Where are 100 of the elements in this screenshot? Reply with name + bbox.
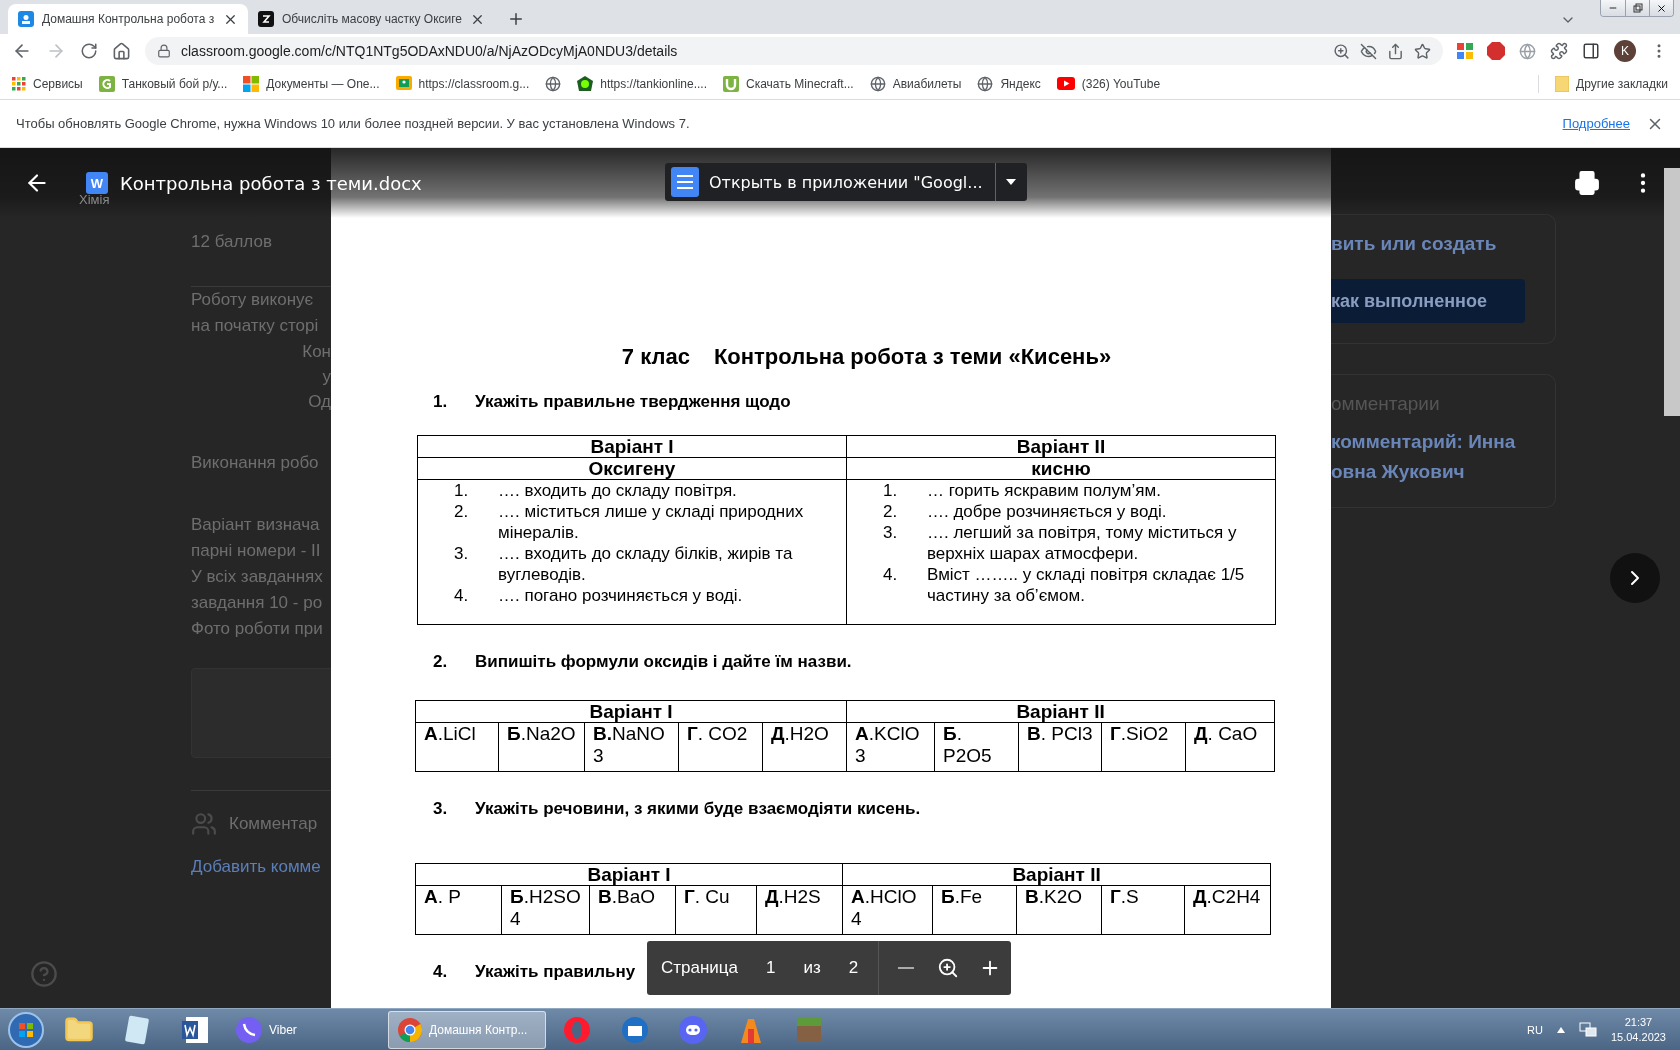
bookmark-link[interactable]: Танковый бой р/у... — [121, 76, 228, 91]
people-icon — [191, 811, 217, 837]
description-text: Од — [308, 391, 331, 413]
description-text: у — [322, 366, 331, 388]
restore-icon — [1632, 3, 1643, 13]
table-cell: А.LiCl — [415, 722, 499, 772]
document-icon — [671, 167, 699, 197]
bookmark-link[interactable]: https://tankionline.... — [600, 76, 707, 91]
folder-icon — [1555, 75, 1570, 92]
print-icon[interactable] — [1574, 170, 1600, 196]
share-icon[interactable] — [1387, 42, 1404, 60]
mark-done-button[interactable]: как выполненное — [1331, 279, 1525, 323]
table-cell: В.BaO — [589, 885, 676, 935]
table-cell: В.NaNO3 — [584, 722, 679, 772]
youtube-icon — [1056, 77, 1075, 90]
table-cell: Б. P2O5 — [934, 722, 1019, 772]
table-header: Варіант І — [415, 863, 843, 886]
chrome-icon — [397, 1016, 423, 1043]
bookmark-star-icon[interactable] — [1414, 42, 1431, 60]
clock[interactable]: 21:37 15.04.2023 — [1610, 1014, 1666, 1045]
table-cell: Б.Fe — [932, 885, 1017, 935]
eye-off-icon[interactable] — [1360, 42, 1377, 60]
tab-title: Обчисліть масову частку Оксиге — [282, 12, 463, 26]
card-text: вить или создать — [1331, 232, 1498, 256]
table-cell: Б.H2SO4 — [501, 885, 590, 935]
scrollbar-thumb[interactable] — [1664, 168, 1680, 416]
page-of-label: из — [802, 958, 822, 978]
word-icon — [180, 1014, 210, 1045]
profile-avatar[interactable]: K — [1614, 40, 1636, 62]
restore-button[interactable] — [1625, 0, 1649, 16]
notepad-icon — [124, 1014, 150, 1045]
table-cell: Д.H2S — [756, 885, 843, 935]
item-text: Вміст …….. у складі повітря складає 1/5 частину за об’ємом. — [927, 564, 1246, 606]
points-label: 12 баллов — [191, 232, 272, 252]
windows-icon — [243, 75, 260, 92]
adblock-icon[interactable] — [1487, 42, 1505, 60]
bookmark-link[interactable]: Скачать Minecraft... — [746, 76, 854, 91]
learn-more-link[interactable]: Подробнее — [1562, 116, 1630, 131]
globe-icon — [545, 75, 562, 92]
address-bar[interactable]: classroom.google.com/c/NTQ1NTg5ODAxNDU0/a/NjAzODcyMjA0NDU3/details — [145, 37, 1443, 65]
description-text: Кон — [302, 341, 331, 363]
table-header: Варіант ІІ — [846, 435, 1276, 458]
bookmark-link[interactable]: Сервисы — [33, 76, 83, 91]
comments-heading: Комментар — [229, 814, 318, 834]
question-number: 1. — [433, 392, 449, 412]
network-icon[interactable] — [1578, 1021, 1597, 1038]
apps-icon — [12, 76, 26, 91]
reload-icon[interactable] — [80, 42, 98, 60]
browser-tab[interactable]: Обчисліть масову частку Оксиге — [248, 4, 496, 34]
description-text: завдання 10 - ро — [191, 592, 323, 614]
browser-tab[interactable]: Домашня Контрольна робота з — [8, 4, 248, 34]
description-text: Виконання робо — [191, 452, 319, 474]
item-text: …. входить до складу повітря. — [498, 480, 738, 501]
table-header: Варіант ІІ — [846, 700, 1275, 723]
table-cell: Д.C2H4 — [1184, 885, 1271, 935]
table-cell: В. PCl3 — [1018, 722, 1102, 772]
comment-link[interactable]: комментарий: Инна — [1331, 427, 1555, 457]
bookmark-link[interactable]: Яндекс — [1000, 76, 1041, 91]
discord-icon — [678, 1014, 708, 1045]
minimize-button[interactable] — [1601, 0, 1625, 16]
classroom-icon — [18, 11, 34, 27]
globe-icon[interactable] — [1519, 42, 1536, 60]
close-button[interactable] — [1649, 0, 1673, 16]
question-number: 4. — [433, 962, 449, 982]
item-number: 3. — [882, 522, 899, 544]
document-title: 7 клас — [621, 344, 690, 370]
table-cell: Д. CaO — [1185, 722, 1275, 772]
file-title: Контрольна робота з теми.docx — [120, 172, 422, 194]
bookmark-link[interactable]: Документы — One... — [266, 76, 380, 91]
bookmark-link[interactable]: Авиабилеты — [892, 76, 962, 91]
item-number: 2. — [882, 501, 899, 522]
lock-icon[interactable] — [157, 44, 171, 58]
item-number: 2. — [453, 501, 470, 523]
side-panel-icon[interactable] — [1582, 42, 1600, 60]
question-text: Випишіть формули оксидів і дайте їм назви. — [475, 652, 852, 672]
bookmark-link[interactable]: (326) YouTube — [1081, 76, 1161, 91]
table-header: Варіант І — [415, 700, 847, 723]
comment-link[interactable]: овна Жукович — [1331, 457, 1555, 487]
bird-icon — [620, 1014, 650, 1045]
home-icon[interactable] — [112, 41, 131, 61]
table-cell: Б.Na2O — [498, 722, 585, 772]
bookmark-folder[interactable]: Другие закладки — [1576, 76, 1668, 91]
zoom-icon[interactable] — [1333, 42, 1350, 60]
table-header: кисню — [846, 457, 1276, 480]
item-number: 4. — [882, 564, 899, 586]
taskbar-button[interactable]: Viber — [226, 1010, 384, 1049]
page-count: 2 — [847, 958, 860, 978]
table-cell: А.KClO3 — [846, 722, 935, 772]
bookmark-link[interactable]: https://classroom.g... — [418, 76, 530, 91]
tab-title: Домашня Контрольна робота з — [42, 12, 215, 26]
language-indicator[interactable]: RU — [1527, 1023, 1543, 1036]
table-cell: Д.H2O — [762, 722, 847, 772]
square-icon — [98, 75, 115, 92]
tray-arrow-icon[interactable] — [1556, 1026, 1565, 1033]
extensions-icon[interactable] — [1550, 42, 1568, 60]
extension-icon[interactable] — [1457, 43, 1473, 59]
page-number[interactable]: 1 — [752, 958, 790, 978]
question-number: 3. — [433, 799, 449, 819]
item-text: … горить яскравим полум’ям. — [927, 480, 1162, 501]
caret-icon — [1006, 179, 1017, 185]
